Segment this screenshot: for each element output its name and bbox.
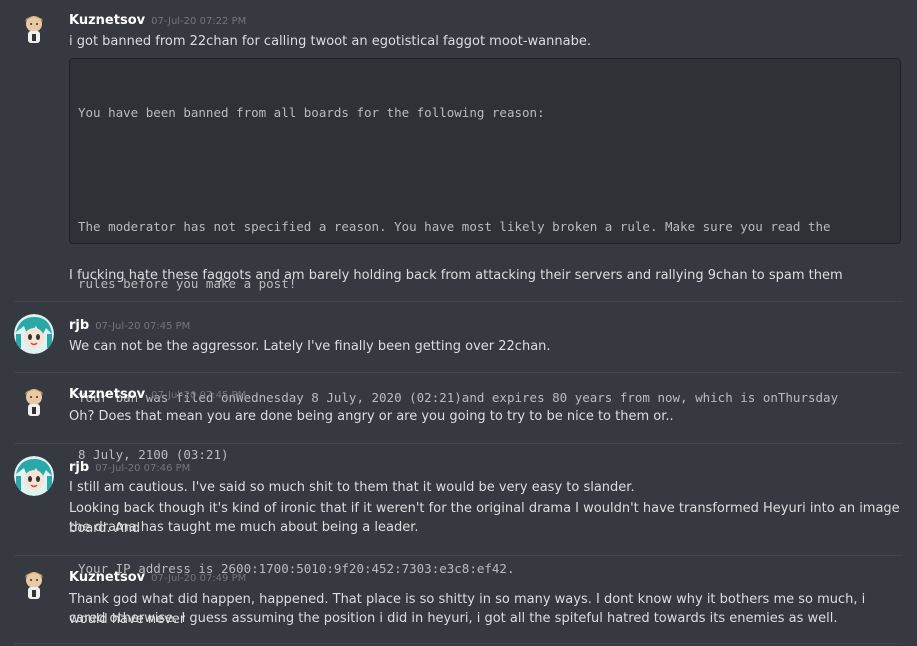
message-text: the drama has taught me much about being… <box>69 520 419 535</box>
avatar[interactable] <box>14 10 54 50</box>
chibi-character-icon <box>14 10 54 50</box>
avatar[interactable] <box>14 383 54 423</box>
chibi-character-icon <box>14 566 54 606</box>
message-text: i got banned from 22chan for calling two… <box>69 34 591 49</box>
timestamp: 07-Jul-20 07:46 PM <box>95 463 191 474</box>
message-text: Oh? Does that mean you are done being an… <box>69 409 674 424</box>
chibi-character-icon <box>14 383 54 423</box>
timestamp: 07-Jul-20 07:45 PM <box>95 321 191 332</box>
message-text: I fucking hate these faggots and am bare… <box>69 268 843 283</box>
author-label[interactable]: rjb <box>69 318 89 333</box>
message-text: cared otherwise. I guess assuming the po… <box>69 611 838 626</box>
message-group: Kuznetsov 07-Jul-20 07:49 PM Thank god wh… <box>0 556 917 646</box>
message-text: I still am cautious. I've said so much s… <box>69 480 635 495</box>
message-group: Kuznetsov 07-Jul-20 07:22 PM i got banned… <box>0 0 917 576</box>
code-block: You have been banned from all boards for… <box>69 58 901 576</box>
author-label[interactable]: Kuznetsov <box>69 570 145 585</box>
message-text: We can not be the aggressor. Lately I've… <box>69 339 551 354</box>
author-label[interactable]: rjb <box>69 460 89 475</box>
code-line: The moderator has not specified a reason… <box>78 219 831 234</box>
author-name[interactable]: Kuznetsov 07-Jul-20 07:22 PM <box>69 13 246 28</box>
code-line: You have been banned from all boards for… <box>78 105 545 120</box>
author-name[interactable]: rjb 07-Jul-20 07:46 PM <box>69 460 190 475</box>
divider <box>14 643 903 644</box>
author-name[interactable]: Kuznetsov 07-Jul-20 07:49 PM <box>69 570 246 585</box>
timestamp: 07-Jul-20 07:22 PM <box>151 16 247 27</box>
avatar[interactable] <box>14 566 54 606</box>
teal-haired-character-icon <box>14 314 54 354</box>
timestamp: 07-Jul-20 07:49 PM <box>151 573 247 584</box>
author-label[interactable]: Kuznetsov <box>69 387 145 402</box>
author-name[interactable]: rjb 07-Jul-20 07:45 PM <box>69 318 190 333</box>
message-group: Kuznetsov 07-Jul-20 07:45 PM Oh? Does tha… <box>0 373 917 443</box>
avatar[interactable] <box>14 456 54 496</box>
author-name[interactable]: Kuznetsov 07-Jul-20 07:45 PM <box>69 387 246 402</box>
message-group: rjb 07-Jul-20 07:45 PM We can not be the … <box>0 302 917 372</box>
avatar[interactable] <box>14 314 54 354</box>
teal-haired-character-icon <box>14 456 54 496</box>
author-label[interactable]: Kuznetsov <box>69 13 145 28</box>
timestamp: 07-Jul-20 07:45 PM <box>151 390 247 401</box>
chat-messages: Kuznetsov 07-Jul-20 07:22 PM i got banned… <box>0 0 917 646</box>
message-group: rjb 07-Jul-20 07:46 PM I still am cautiou… <box>0 444 917 555</box>
